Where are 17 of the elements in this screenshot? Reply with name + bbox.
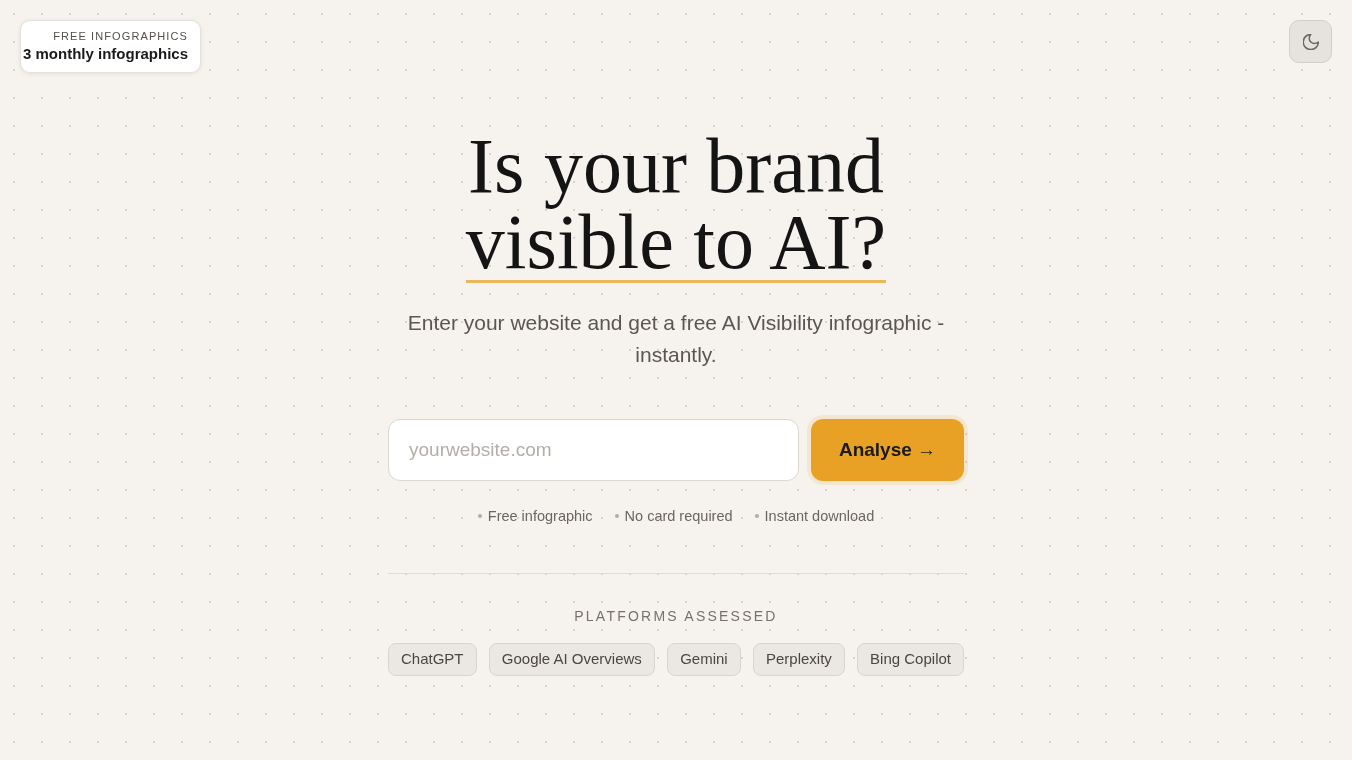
platform-tag: Perplexity [752, 643, 845, 676]
platform-tag: Google AI Overviews [488, 643, 655, 676]
platforms-heading: PLATFORMS ASSESSED [574, 607, 778, 626]
platform-tag: ChatGPT [388, 643, 477, 676]
theme-toggle-button[interactable] [1289, 20, 1332, 63]
analyse-button[interactable]: Analyse → [811, 419, 964, 481]
platform-tag: Gemini [667, 643, 741, 676]
hero-heading: Is your brand visible to AI? [465, 128, 887, 283]
perk-text: Instant download [764, 507, 875, 526]
plan-label: FREE INFOGRAPHICS [53, 29, 188, 43]
moon-icon [1302, 33, 1319, 50]
perk-text: No card required [624, 507, 733, 526]
platform-tag: Bing Copilot [857, 643, 964, 676]
hero-subtitle: Enter your website and get a free AI Visibility infographic - instantly. [406, 310, 946, 368]
website-input-field[interactable]: yourwebsite.com [388, 419, 799, 481]
perk-text: Free infographic [487, 507, 593, 526]
plan-value: 3 monthly infographics [23, 44, 188, 64]
